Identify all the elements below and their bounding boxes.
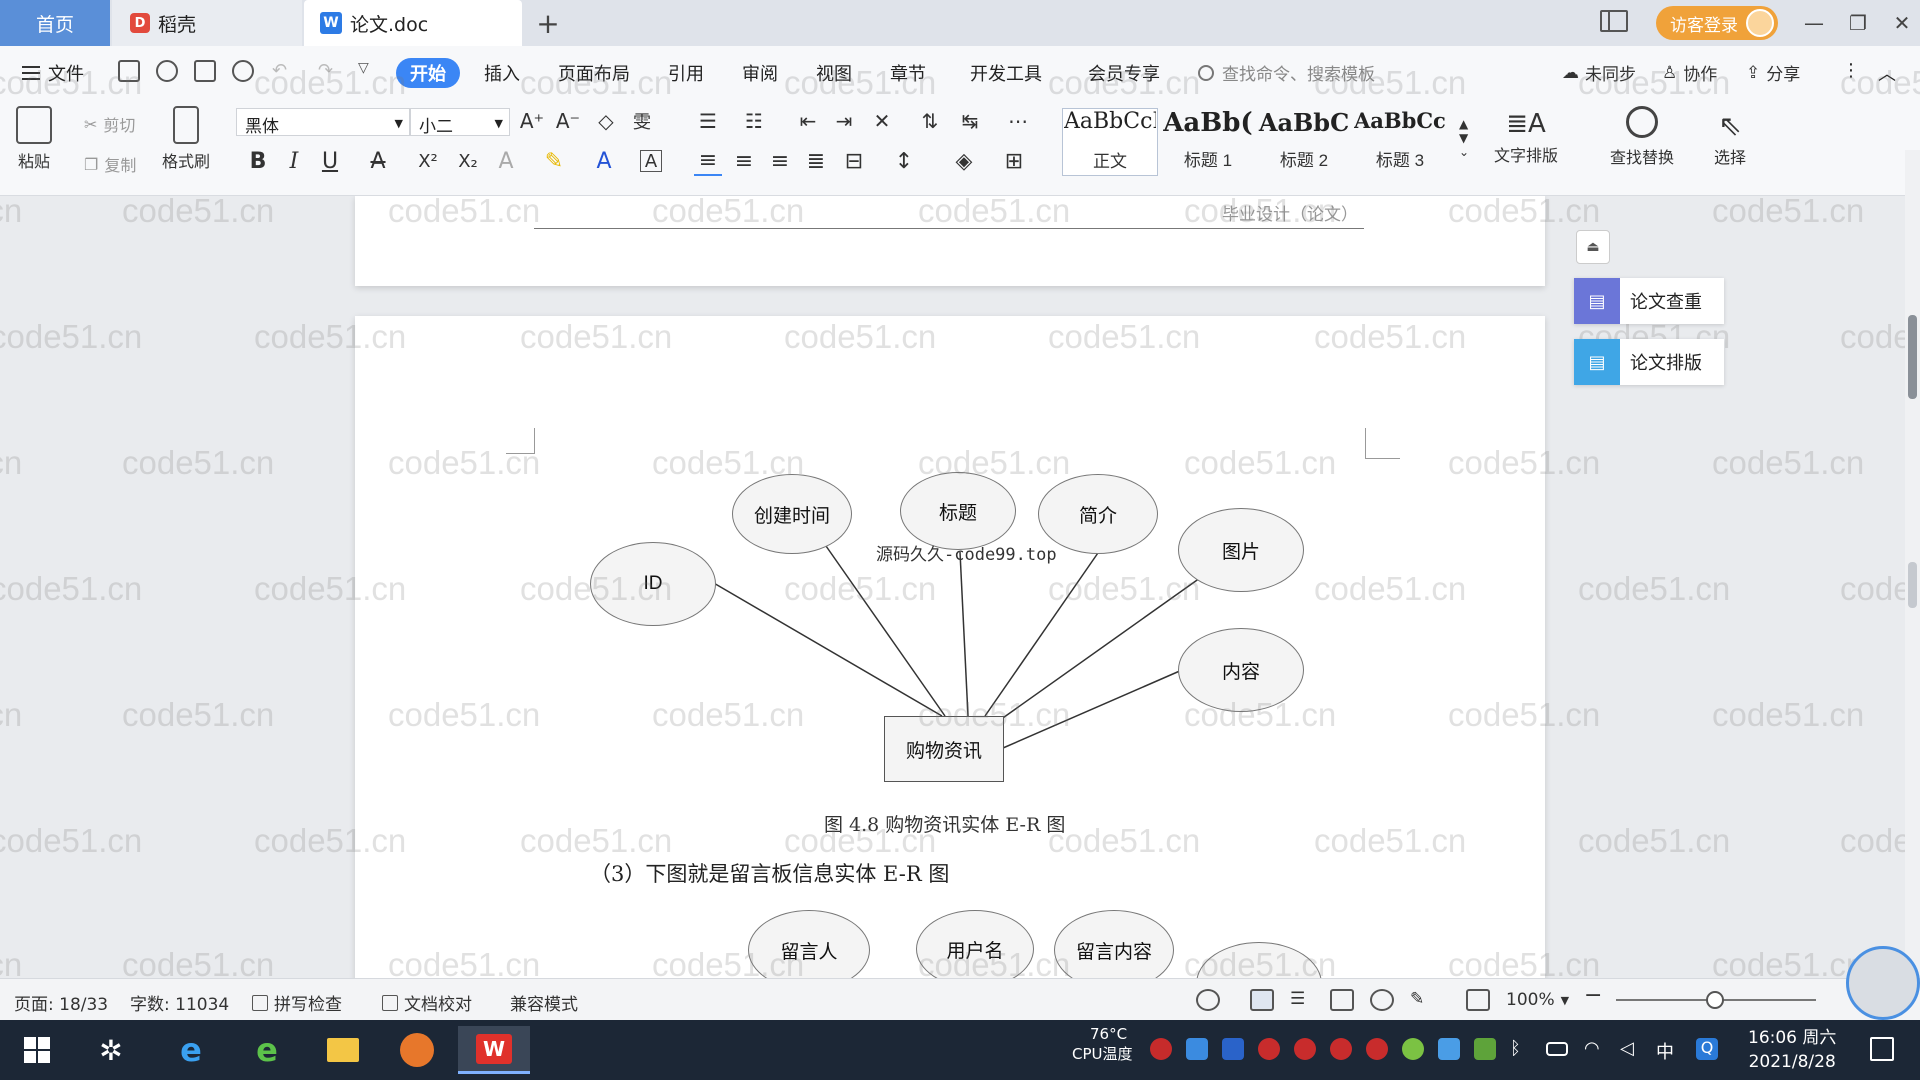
proofread-label: 文档校对: [404, 995, 472, 1015]
tray-app-icon[interactable]: [1186, 1038, 1208, 1060]
notification-icon[interactable]: [1870, 1037, 1894, 1061]
attribute-username: 用户名: [916, 910, 1034, 988]
pen-icon[interactable]: ✎: [1410, 989, 1434, 1011]
chevron-down-icon: ▼: [1560, 993, 1570, 1007]
orange-circle-icon: [400, 1033, 434, 1067]
attribute-create-time: 创建时间: [732, 474, 852, 554]
shield-icon[interactable]: [1222, 1038, 1244, 1060]
proofread-icon: [382, 994, 398, 1011]
app-avatar-icon[interactable]: [392, 1026, 442, 1074]
zoom-level[interactable]: 100% ▼: [1506, 990, 1569, 1010]
wps-office-icon[interactable]: W: [458, 1026, 530, 1074]
zoom-slider-knob[interactable]: [1706, 991, 1724, 1009]
word-count-label: 字数: 11034: [130, 995, 230, 1015]
assistant-avatar[interactable]: [1846, 946, 1920, 1020]
compat-mode: 兼容模式: [510, 990, 578, 1015]
attribute-content: 内容: [1178, 628, 1304, 712]
status-bar: 页面: 18/33 字数: 11034 拼写检查 文档校对 兼容模式 ☰ ✎ 1…: [0, 978, 1920, 1020]
qq-icon[interactable]: [1294, 1038, 1316, 1060]
web-view-icon[interactable]: [1370, 989, 1394, 1011]
proofread-button[interactable]: 文档校对: [382, 990, 472, 1015]
connector-line: [984, 549, 1101, 717]
doc-layout-icon: ▤: [1574, 339, 1620, 385]
system-clock[interactable]: 16:06 周六 2021/8/28: [1748, 1026, 1836, 1074]
browser-360-icon[interactable]: e: [242, 1026, 292, 1074]
clock-date: 2021/8/28: [1748, 1052, 1836, 1072]
page-view-icon[interactable]: [1250, 989, 1274, 1011]
vertical-scrollbar[interactable]: [1905, 150, 1920, 978]
qq-icon[interactable]: [1330, 1038, 1352, 1060]
word-count[interactable]: 字数: 11034: [130, 990, 229, 1015]
thesis-check-button[interactable]: ▤ 论文查重: [1574, 278, 1724, 324]
page-indicator-label: 页面: 18/33: [14, 995, 109, 1015]
clock-time: 16:06 周六: [1748, 1028, 1837, 1048]
windows-taskbar: ✲ e e W 76°C CPU温度 ᛒ ◠ ◁ 中 Q 16:06 周六 20…: [0, 1020, 1920, 1080]
connector-line: [1002, 669, 1183, 749]
cpu-temp-label: CPU温度: [1072, 1045, 1133, 1063]
bluetooth-icon[interactable]: ᛒ: [1510, 1038, 1532, 1060]
connector-line: [825, 545, 946, 717]
cpu-temp: 76°C CPU温度: [1072, 1024, 1133, 1064]
windows-start-icon[interactable]: [12, 1026, 62, 1074]
scrollbar-marker: [1908, 562, 1917, 608]
nvidia-icon[interactable]: [1474, 1038, 1496, 1060]
windows-logo-icon: [24, 1037, 50, 1063]
wps-logo-icon: W: [476, 1033, 512, 1064]
attribute-title: 标题: [900, 472, 1016, 550]
volume-icon[interactable]: ◁: [1620, 1038, 1642, 1060]
thesis-layout-label: 论文排版: [1630, 353, 1702, 374]
input-method-icon[interactable]: Q: [1696, 1038, 1718, 1060]
source-stamp: 源码久久-code99.top: [876, 545, 1057, 565]
thesis-layout-button[interactable]: ▤ 论文排版: [1574, 339, 1724, 385]
plus-icon[interactable]: [1402, 1038, 1424, 1060]
cpu-temp-value: 76°C: [1090, 1025, 1128, 1043]
wifi-icon[interactable]: ◠: [1584, 1038, 1606, 1060]
checkbox-icon: [252, 994, 268, 1011]
scrollbar-thumb[interactable]: [1908, 315, 1917, 399]
page-indicator[interactable]: 页面: 18/33: [14, 990, 108, 1015]
connector-line: [959, 551, 969, 717]
battery-icon[interactable]: [1546, 1042, 1568, 1056]
internet-explorer-icon[interactable]: e: [166, 1026, 216, 1074]
tray-app-icon[interactable]: [1438, 1038, 1460, 1060]
pinwheel-app-icon[interactable]: ✲: [86, 1026, 136, 1074]
body-paragraph: （3）下图就是留言板信息实体 E-R 图: [590, 862, 950, 886]
zoom-out-button[interactable]: −: [1584, 983, 1602, 1008]
panel-collapse-button[interactable]: ⏏: [1576, 230, 1610, 264]
attribute-image: 图片: [1178, 508, 1304, 592]
qq-icon[interactable]: [1258, 1038, 1280, 1060]
attribute-id: ID: [590, 542, 716, 626]
spell-check-toggle[interactable]: 拼写检查: [252, 990, 342, 1015]
compat-mode-label: 兼容模式: [510, 995, 578, 1015]
spell-check-label: 拼写检查: [274, 995, 342, 1015]
entity-shopping-news: 购物资讯: [884, 716, 1004, 782]
tray-app-icon[interactable]: [1150, 1038, 1172, 1060]
eye-protection-icon[interactable]: [1196, 989, 1220, 1011]
file-explorer-icon[interactable]: [318, 1026, 368, 1074]
connector-line: [711, 581, 943, 717]
zoom-level-label: 100%: [1506, 990, 1555, 1010]
outline-view-icon[interactable]: ☰: [1290, 989, 1314, 1011]
fit-page-icon[interactable]: [1466, 989, 1490, 1011]
qq-icon[interactable]: [1366, 1038, 1388, 1060]
doc-check-icon: ▤: [1574, 278, 1620, 324]
figure-caption: 图 4.8 购物资讯实体 E-R 图: [824, 814, 1066, 836]
thesis-check-label: 论文查重: [1630, 292, 1702, 313]
connector-line: [999, 577, 1201, 721]
folder-icon: [327, 1038, 359, 1062]
reading-view-icon[interactable]: [1330, 989, 1354, 1011]
ime-indicator[interactable]: 中: [1656, 1038, 1678, 1063]
